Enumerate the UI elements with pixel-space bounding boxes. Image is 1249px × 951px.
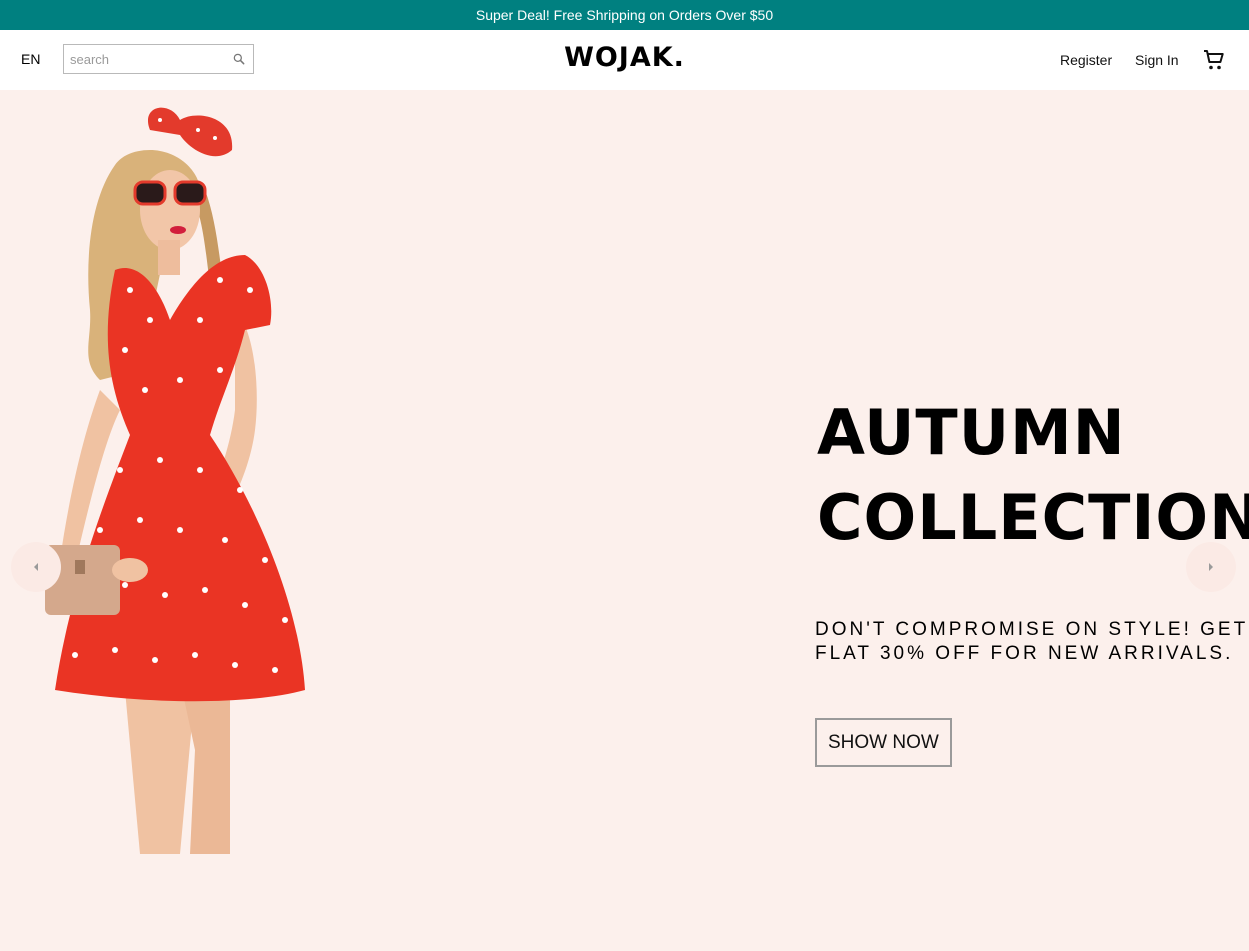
search-box <box>63 44 254 74</box>
announcement-text: Super Deal! Free Shripping on Orders Ove… <box>475 7 774 23</box>
logo[interactable]: WOJAK. <box>564 42 685 73</box>
slider-prev-button[interactable] <box>11 542 61 592</box>
hero-title: AUTUMN COLLECTION <box>817 396 1249 554</box>
hero-info: AUTUMN COLLECTION DON'T COMPROMISE ON ST… <box>815 390 1249 767</box>
chevron-left-icon <box>34 563 38 571</box>
navbar: EN WOJAK. Register Sign In <box>0 30 1249 90</box>
hero-slider: AUTUMN COLLECTION DON'T COMPROMISE ON ST… <box>0 90 1249 951</box>
show-now-button[interactable]: SHOW NOW <box>815 718 952 767</box>
announcement-bar: Super Deal! Free Shripping on Orders Ove… <box>0 0 1249 30</box>
shopping-cart-icon[interactable] <box>1202 48 1226 72</box>
search-input[interactable] <box>70 46 228 72</box>
register-link[interactable]: Register <box>1060 52 1112 68</box>
hero-description: DON'T COMPROMISE ON STYLE! GET FLAT 30% … <box>815 619 1248 664</box>
sign-in-link[interactable]: Sign In <box>1135 52 1179 68</box>
search-icon[interactable] <box>232 52 246 66</box>
language-selector[interactable]: EN <box>21 51 40 67</box>
hero-model-image <box>45 107 305 854</box>
